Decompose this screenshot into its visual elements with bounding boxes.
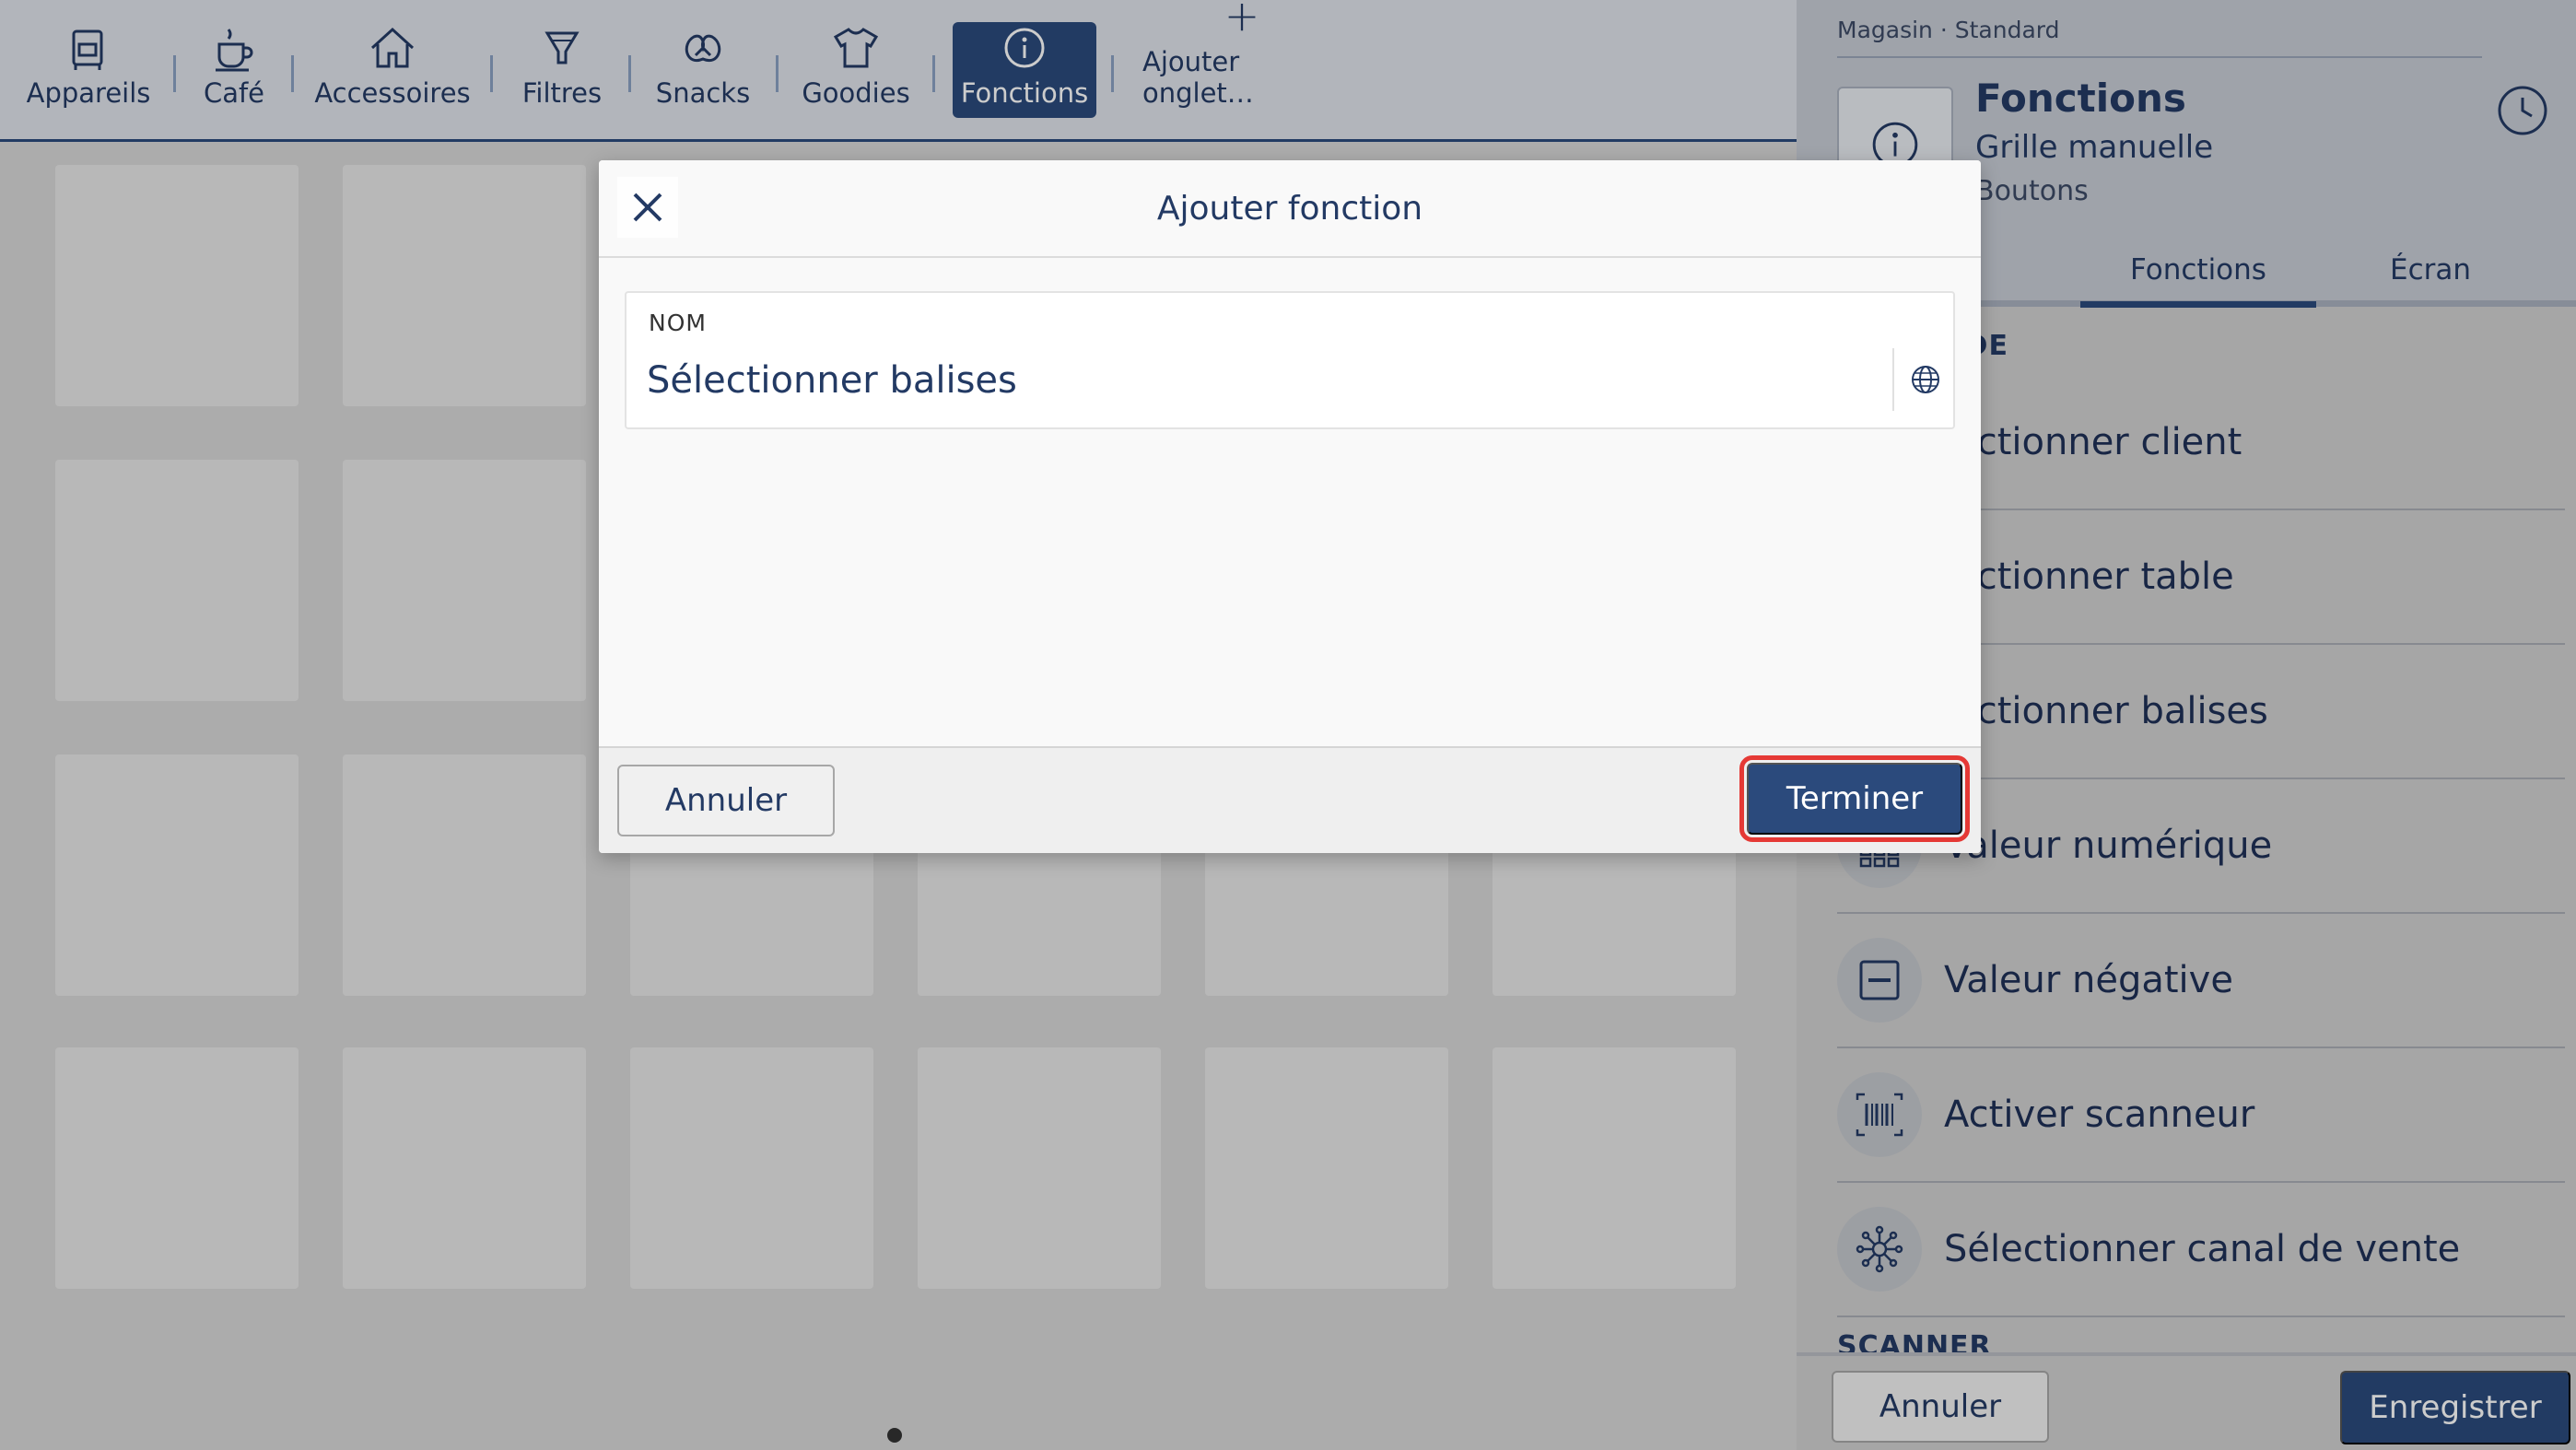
dialog-footer: Annuler Terminer xyxy=(599,746,1981,853)
name-field: NOM xyxy=(625,291,1955,429)
close-button[interactable] xyxy=(617,177,678,238)
name-input[interactable] xyxy=(647,346,1826,415)
done-button[interactable]: Terminer xyxy=(1739,755,1970,842)
close-icon xyxy=(633,193,662,222)
dialog-header: Ajouter fonction xyxy=(599,160,1981,258)
translate-button[interactable] xyxy=(1905,359,1946,400)
app-window: Appareils Café Accessoires Filtres Snack… xyxy=(0,0,2576,1450)
name-field-label: NOM xyxy=(649,310,707,336)
add-function-dialog: Ajouter fonction NOM Sélectionner balise… xyxy=(599,160,1981,853)
globe-icon xyxy=(1912,366,1939,393)
cancel-button[interactable]: Annuler xyxy=(617,765,835,836)
dialog-title: Ajouter fonction xyxy=(1156,190,1423,228)
field-divider xyxy=(1892,348,1894,411)
